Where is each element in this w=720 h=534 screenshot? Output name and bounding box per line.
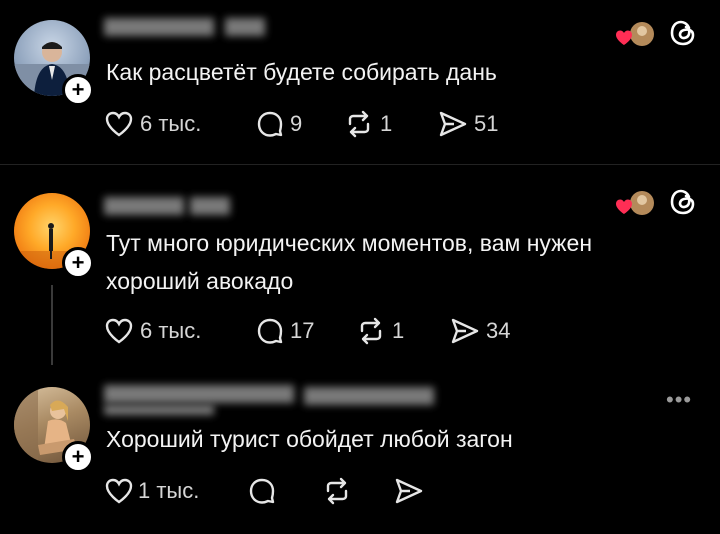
thread-line <box>51 285 53 365</box>
share-icon <box>439 111 467 137</box>
reply-icon <box>257 318 283 344</box>
like-button[interactable]: 6 тыс. <box>104 317 201 345</box>
username-blurred <box>304 387 434 405</box>
shares-count: 34 <box>486 318 511 343</box>
reposts-count: 1 <box>380 111 393 136</box>
share-button[interactable] <box>394 477 424 505</box>
post-1: + Как расцветёт будете собирать дань 6 т… <box>0 0 720 165</box>
post-3: + ••• Хороший турист обойдет любой загон… <box>0 375 720 534</box>
username-blurred <box>104 385 294 403</box>
heart-icon <box>105 318 133 344</box>
username-blurred <box>225 18 265 36</box>
repost-icon <box>348 110 370 138</box>
post-text-line-1: Тут много юридических моментов, вам нуже… <box>106 230 593 256</box>
like-reaction-badge <box>612 189 654 224</box>
reply-button[interactable]: 17 <box>256 317 314 345</box>
username-blurred <box>104 405 214 415</box>
share-icon <box>395 478 423 504</box>
share-button[interactable]: 51 <box>438 110 498 138</box>
follow-plus-icon[interactable]: + <box>62 441 94 473</box>
action-bar: 1 тыс. <box>104 477 444 507</box>
username-blurred <box>104 18 214 36</box>
repost-button[interactable] <box>322 477 352 505</box>
more-icon[interactable]: ••• <box>666 387 692 413</box>
action-bar: 6 тыс. 9 1 51 <box>104 110 524 140</box>
repost-button[interactable]: 1 <box>344 110 392 138</box>
post-text-line-2: хороший авокадо <box>106 268 294 294</box>
reply-icon <box>249 478 275 504</box>
username-blurred <box>104 197 184 215</box>
heart-icon <box>105 478 133 504</box>
reposts-count: 1 <box>392 318 405 343</box>
likes-count: 6 тыс. <box>140 111 202 136</box>
shares-count: 51 <box>474 111 499 136</box>
action-bar: 6 тыс. 17 1 34 <box>104 317 524 347</box>
like-reaction-badge <box>612 20 654 55</box>
heart-icon <box>105 111 133 137</box>
share-icon <box>451 318 479 344</box>
like-button[interactable]: 6 тыс. <box>104 110 201 138</box>
repost-icon <box>326 477 348 505</box>
threads-logo-icon <box>668 18 698 53</box>
like-button[interactable]: 1 тыс. <box>104 477 199 505</box>
reply-icon <box>257 111 283 137</box>
follow-plus-icon[interactable]: + <box>62 74 94 106</box>
reply-button[interactable] <box>248 477 276 505</box>
post-2: + Тут много юридических моментов, вам ну… <box>0 165 720 375</box>
share-button[interactable]: 34 <box>450 317 510 345</box>
username-blurred <box>190 197 230 215</box>
likes-count: 6 тыс. <box>140 318 202 343</box>
follow-plus-icon[interactable]: + <box>62 247 94 279</box>
replies-count: 9 <box>290 111 303 136</box>
threads-logo-icon <box>668 187 698 222</box>
repost-button[interactable]: 1 <box>356 317 404 345</box>
replies-count: 17 <box>290 318 315 343</box>
post-text: Хороший турист обойдет любой загон <box>106 426 513 452</box>
repost-icon <box>360 317 382 345</box>
post-text: Как расцветёт будете собирать дань <box>106 59 497 85</box>
likes-count: 1 тыс. <box>138 478 200 503</box>
reply-button[interactable]: 9 <box>256 110 302 138</box>
